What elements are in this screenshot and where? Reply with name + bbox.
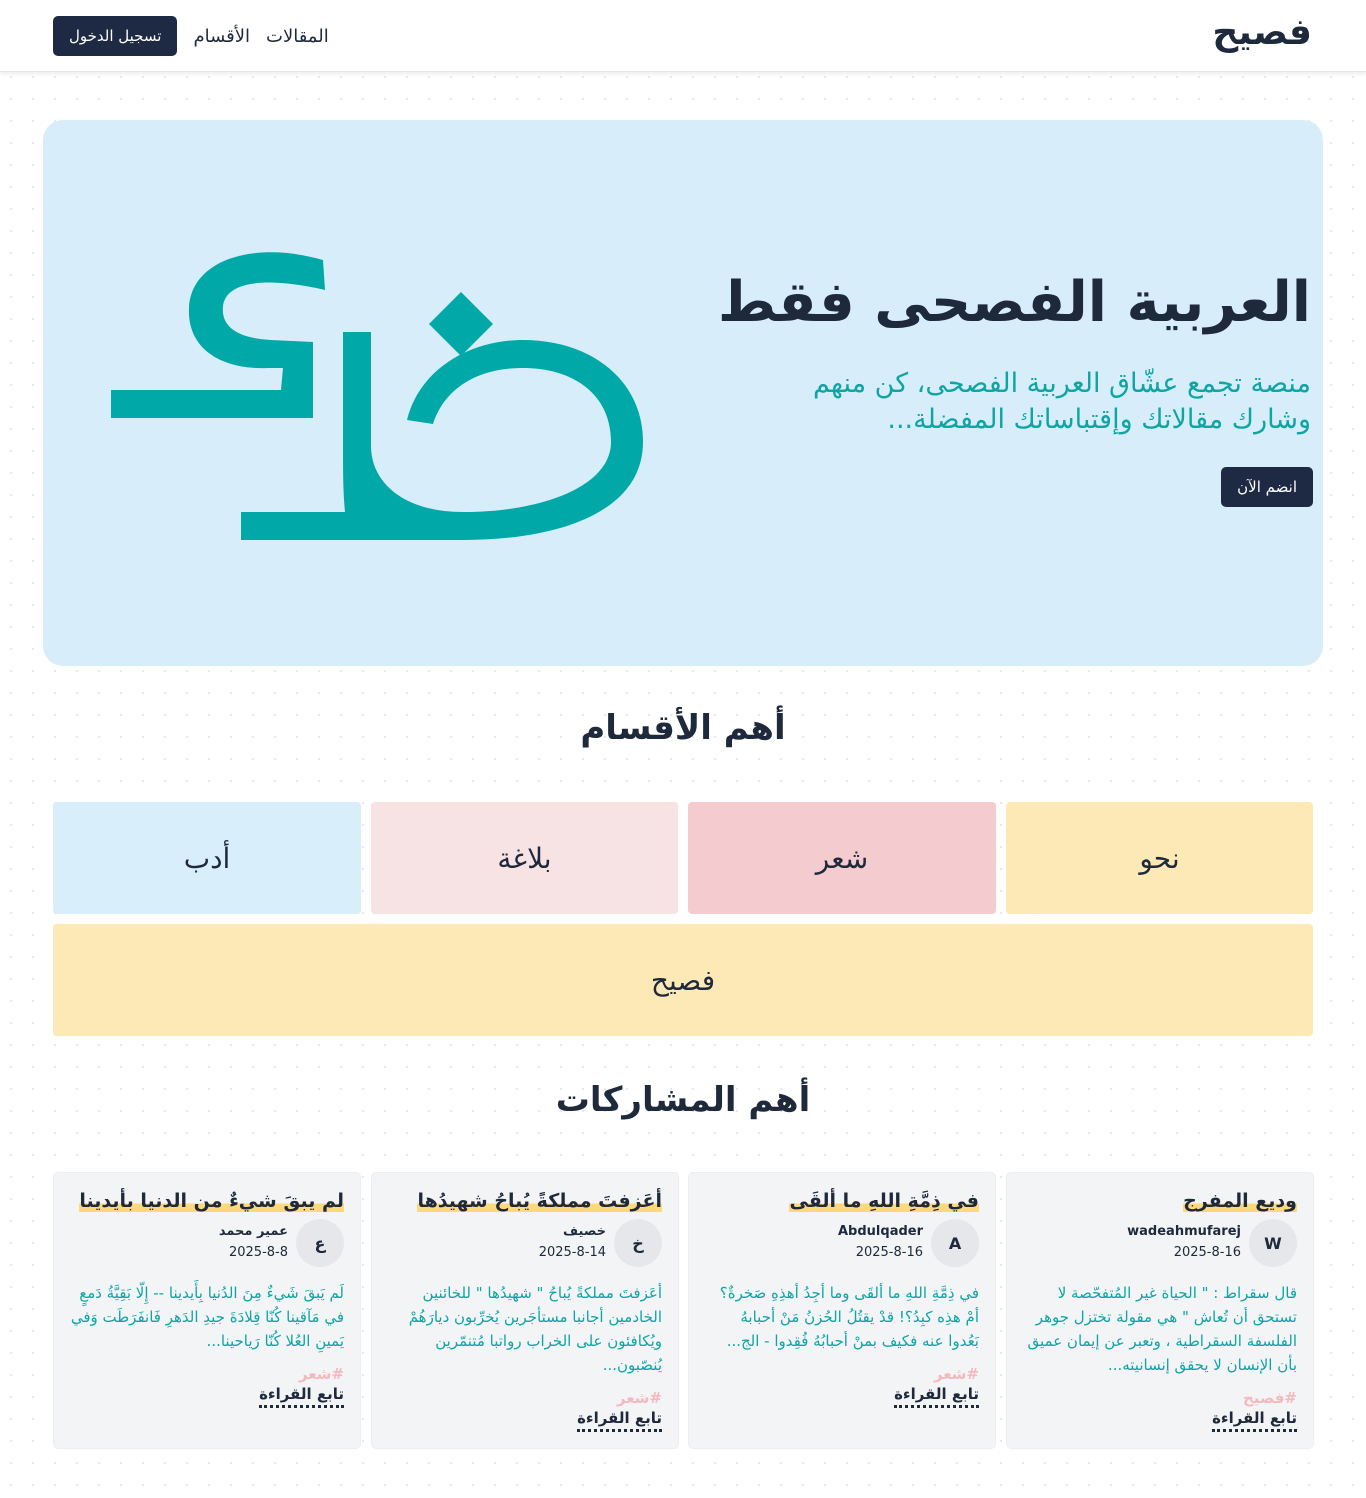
hero-banner: العربية الفصحى فقط منصة تجمع عشّاق العرب… — [43, 120, 1323, 666]
login-button[interactable]: تسجيل الدخول — [53, 16, 178, 56]
avatar: W — [1249, 1219, 1297, 1267]
read-more-link[interactable]: تابع القراءة — [259, 1385, 344, 1408]
author-name: Abdulqader — [838, 1224, 923, 1239]
category-nahw[interactable]: نحو — [1006, 802, 1313, 914]
arabic-letters-illustration — [111, 252, 643, 540]
read-more-link[interactable]: تابع القراءة — [1212, 1409, 1297, 1432]
post-card[interactable]: لم يبقَ شيءٌ من الدنيا بأيدينا ع عمير مح… — [53, 1172, 361, 1449]
site-logo[interactable]: فصيح — [1212, 12, 1312, 53]
post-tag[interactable]: #فصيح — [1023, 1389, 1297, 1407]
category-shir[interactable]: شعر — [688, 802, 996, 914]
post-excerpt: لَم يَبقَ شَيءٌ مِنَ الدُنيا بِأَيدينا -… — [70, 1284, 344, 1350]
author-name: عمير محمد — [218, 1224, 288, 1239]
author-name: wadeahmufarej — [1127, 1224, 1241, 1239]
post-tag[interactable]: #شعر — [388, 1389, 662, 1407]
post-tag[interactable]: #شعر — [705, 1365, 979, 1383]
author-row: ع عمير محمد 2025-8-8 — [70, 1219, 344, 1267]
post-date: 2025-8-14 — [538, 1245, 606, 1260]
avatar: ع — [296, 1219, 344, 1267]
avatar: خ — [614, 1219, 662, 1267]
post-title[interactable]: أعَزفتَ مملكةً يُباحُ شهيدُها — [388, 1187, 662, 1215]
post-date: 2025-8-8 — [228, 1245, 288, 1260]
post-title[interactable]: في ذِمَّةِ اللهِ ما ألقَى — [705, 1187, 979, 1215]
categories-section-title: أهم الأقسام — [580, 708, 786, 748]
category-adab[interactable]: أدب — [53, 802, 361, 914]
nav-articles-link[interactable]: المقالات — [266, 26, 329, 47]
post-card[interactable]: في ذِمَّةِ اللهِ ما ألقَى A Abdulqader 2… — [688, 1172, 996, 1449]
post-excerpt: في ذِمَّةِ اللهِ ما ألقَى وما أجِدُ أهذِ… — [719, 1284, 979, 1350]
post-tag[interactable]: #شعر — [70, 1365, 344, 1383]
main-nav: المقالات الأقسام تسجيل الدخول — [53, 16, 329, 56]
author-row: W wadeahmufarej 2025-8-16 — [1023, 1219, 1297, 1267]
read-more-link[interactable]: تابع القراءة — [894, 1385, 979, 1408]
nav-categories-link[interactable]: الأقسام — [193, 26, 250, 47]
post-title[interactable]: لم يبقَ شيءٌ من الدنيا بأيدينا — [70, 1187, 344, 1215]
site-header: فصيح المقالات الأقسام تسجيل الدخول — [0, 0, 1366, 72]
category-balagha[interactable]: بلاغة — [371, 802, 678, 914]
join-now-button[interactable]: انضم الآن — [1221, 467, 1313, 507]
post-excerpt: أعَزفتَ مملكةً يُباحُ " شهيدُها " للخائن… — [408, 1284, 662, 1374]
author-name: خصيف — [563, 1224, 606, 1239]
category-faseeh[interactable]: فصيح — [53, 924, 1313, 1036]
author-row: خ خصيف 2025-8-14 — [388, 1219, 662, 1267]
post-card[interactable]: أعَزفتَ مملكةً يُباحُ شهيدُها خ خصيف 202… — [371, 1172, 679, 1449]
author-row: A Abdulqader 2025-8-16 — [705, 1219, 979, 1267]
post-card[interactable]: وديع المفرج W wadeahmufarej 2025-8-16 قا… — [1006, 1172, 1314, 1449]
read-more-link[interactable]: تابع القراءة — [577, 1409, 662, 1432]
hero-title: العربية الفصحى فقط — [717, 270, 1311, 335]
post-excerpt: قال سقراط : " الحياة غير المُتفحّصة لا ت… — [1027, 1284, 1298, 1374]
post-title[interactable]: وديع المفرج — [1023, 1187, 1297, 1215]
post-date: 2025-8-16 — [855, 1245, 923, 1260]
avatar: A — [931, 1219, 979, 1267]
hero-subtitle: منصة تجمع عشّاق العربية الفصحى، كن منهم … — [813, 368, 1311, 435]
posts-section-title: أهم المشاركات — [555, 1080, 811, 1120]
post-date: 2025-8-16 — [1173, 1245, 1241, 1260]
